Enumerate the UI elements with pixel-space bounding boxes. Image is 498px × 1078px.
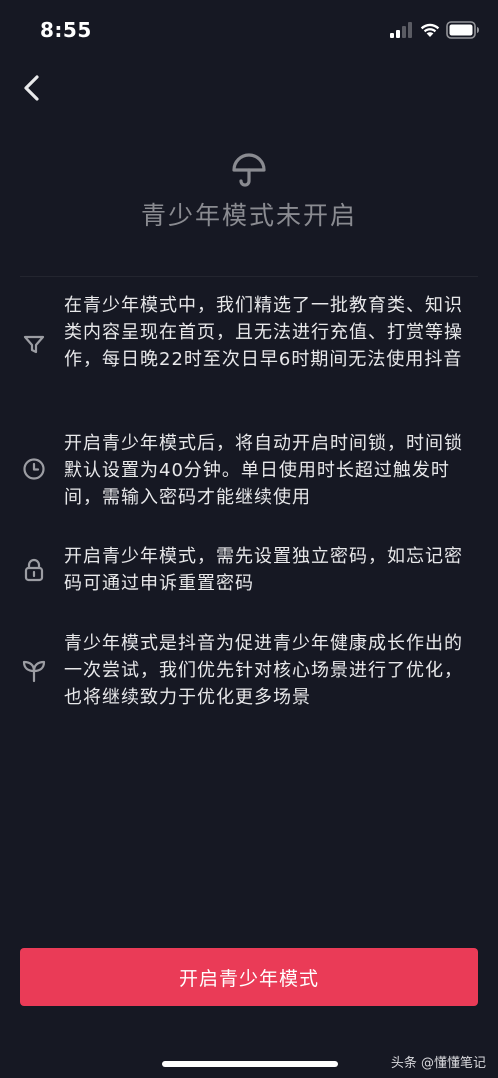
wifi-icon [420,23,440,37]
chevron-left-icon [24,75,39,101]
feature-text: 开启青少年模式，需先设置独立密码，如忘记密码可通过申诉重置密码 [64,546,463,594]
teen-mode-screen: 8:55 青少年模式未开启 在青少年模式中，我们精选了一批教育类、知识类内容呈现… [0,0,498,1078]
page-title: 青少年模式未开启 [140,201,357,230]
home-indicator[interactable] [162,1061,338,1067]
feature-text: 青少年模式是抖音为促进青少年健康成长作出的一次尝试，我们优先针对核心场景进行了优… [64,633,463,708]
back-button[interactable] [18,72,48,104]
feature-text: 开启青少年模式后，将自动开启时间锁，时间锁默认设置为40分钟。单日使用时长超过触… [64,433,463,508]
lock-icon [24,558,44,582]
cellular-signal-icon [390,22,412,38]
battery-icon [446,21,479,39]
sprout-icon [22,660,46,683]
status-time: 8:55 [40,18,92,42]
feature-text: 在青少年模式中，我们精选了一批教育类、知识类内容呈现在首页，且无法进行充值、打赏… [64,295,463,370]
watermark: 头条 @懂懂笔记 [390,1056,486,1071]
enable-teen-mode-button[interactable]: 开启青少年模式 [20,948,478,1006]
status-bar: 8:55 [0,0,498,60]
umbrella-icon [232,153,266,187]
divider [20,276,478,277]
clock-icon [23,458,45,480]
filter-icon [23,335,45,354]
